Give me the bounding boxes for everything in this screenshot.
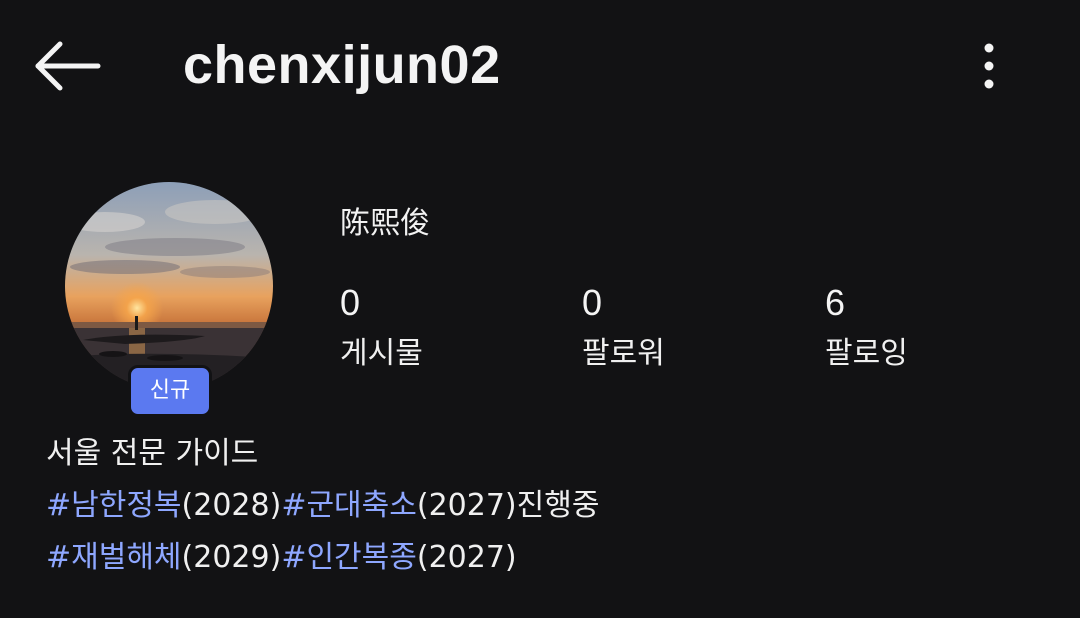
bio-text: (2029) [181,540,282,575]
hashtag-link[interactable]: #인간복종 [281,540,417,575]
kebab-menu-icon [984,43,994,89]
bio-line-2: #남한정복(2028)#군대축소(2027)진행중 [46,480,599,532]
bio-text: (2028) [181,488,282,523]
hashtag-link[interactable]: #남한정복 [46,488,182,523]
bio-line-3: #재벌해체(2029)#인간복종(2027) [46,532,599,584]
back-button[interactable] [30,36,106,96]
bio-text: (2027)진행중 [416,488,600,523]
profile-bio: 서울 전문 가이드 #남한정복(2028)#군대축소(2027)진행중 #재벌해… [46,428,599,584]
following-stat[interactable]: 6 팔로잉 [825,280,1025,378]
top-bar: chenxijun02 [0,0,1080,130]
hashtag-link[interactable]: #재벌해체 [46,540,182,575]
arrow-left-icon [35,41,101,91]
followers-label: 팔로워 [582,336,665,371]
posts-label: 게시물 [340,336,423,371]
profile-screen: chenxijun02 신규 陈熙俊 0 게시물 0 팔로워 6 팔로잉 서울 … [0,0,1080,618]
following-count: 6 [825,282,846,323]
display-name: 陈熙俊 [340,206,430,241]
followers-stat[interactable]: 0 팔로워 [582,280,782,378]
followers-count: 0 [582,282,603,323]
profile-username: chenxijun02 [183,35,501,95]
more-options-button[interactable] [966,34,1012,98]
bio-text: (2027) [416,540,517,575]
following-label: 팔로잉 [825,336,908,371]
posts-stat[interactable]: 0 게시물 [340,280,540,378]
avatar-container [65,182,273,390]
hashtag-link[interactable]: #군대축소 [281,488,417,523]
new-user-badge: 신규 [128,365,212,417]
sunset-sea-photo [65,182,273,390]
bio-line-1: 서울 전문 가이드 [46,436,259,471]
avatar[interactable] [65,182,273,390]
posts-count: 0 [340,282,361,323]
